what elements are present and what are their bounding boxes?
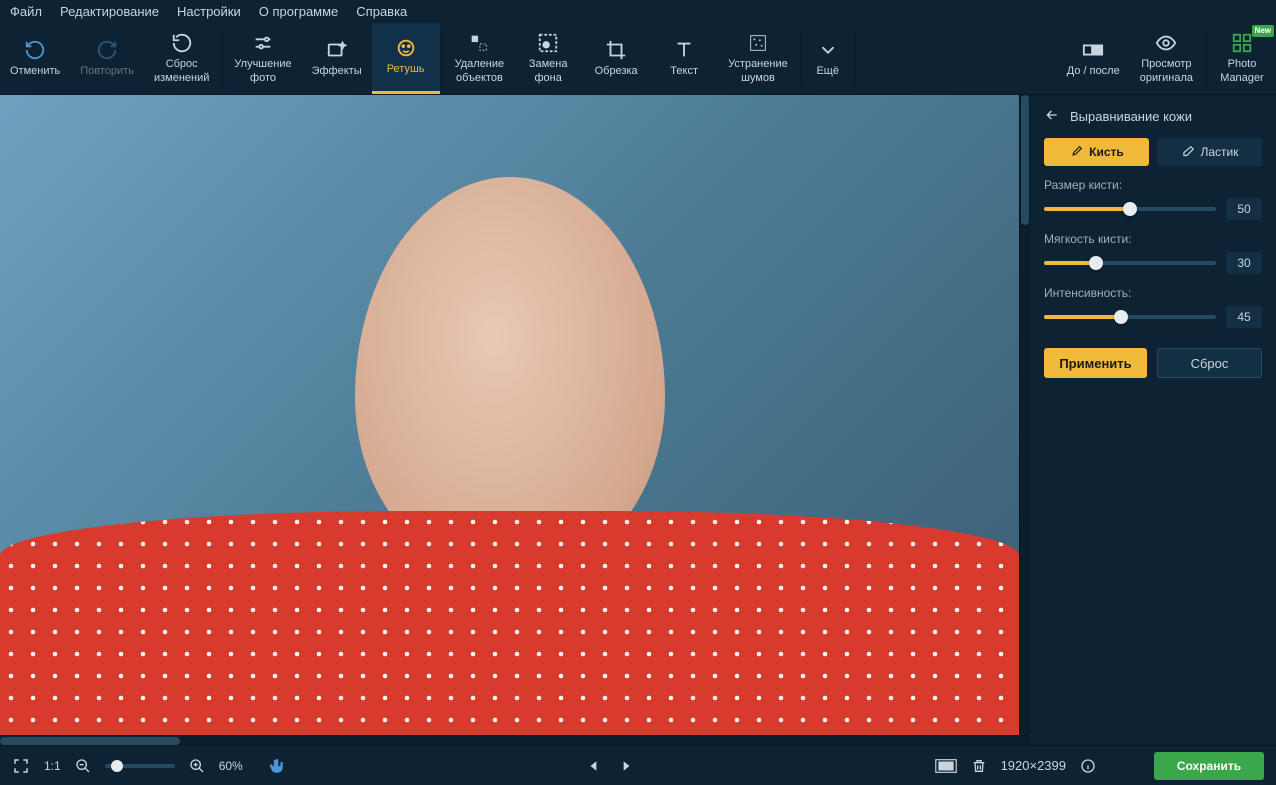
brush-icon: [1069, 145, 1083, 159]
eraser-icon: [1181, 145, 1195, 159]
zoom-slider[interactable]: [105, 764, 175, 768]
denoise-button[interactable]: Устранение шумов: [718, 23, 798, 94]
brush-size-value: 50: [1226, 198, 1262, 220]
vertical-scrollbar[interactable]: [1019, 95, 1029, 735]
expand-icon: [12, 757, 30, 775]
fullscreen-button[interactable]: [12, 757, 30, 775]
canvas-area: [0, 95, 1029, 745]
zoom-out-icon: [75, 758, 91, 774]
zoom-in-icon: [189, 758, 205, 774]
crop-icon: [605, 39, 627, 61]
triangle-left-icon: [587, 759, 601, 773]
intensity-slider[interactable]: [1044, 315, 1216, 319]
photo-manager-button[interactable]: New Photo Manager: [1208, 23, 1276, 94]
save-button[interactable]: Сохранить: [1154, 752, 1264, 780]
trash-icon: [971, 758, 987, 774]
compare-icon: [1082, 39, 1104, 61]
filmstrip-icon: [935, 758, 957, 774]
back-button[interactable]: [1044, 107, 1060, 126]
brush-toggle[interactable]: Кисть: [1044, 138, 1149, 166]
more-button[interactable]: Ещё: [803, 23, 853, 94]
delete-button[interactable]: [971, 758, 987, 774]
redo-button[interactable]: Повторить: [70, 23, 144, 94]
reset-button[interactable]: Сброс: [1157, 348, 1262, 378]
filmstrip-button[interactable]: [935, 758, 957, 774]
reset-icon: [171, 32, 193, 54]
retouch-button[interactable]: Ретушь: [372, 23, 440, 94]
eye-icon: [1155, 32, 1177, 54]
brush-softness-value: 30: [1226, 252, 1262, 274]
undo-icon: [24, 39, 46, 61]
bottom-bar: 1:1 60% 1920×2399: [0, 745, 1276, 785]
new-badge: New: [1252, 25, 1274, 37]
info-button[interactable]: [1080, 758, 1096, 774]
horizontal-scrollbar[interactable]: [0, 735, 1029, 745]
menu-bar: Файл Редактирование Настройки О программ…: [0, 0, 1276, 23]
view-original-button[interactable]: Просмотр оригинала: [1130, 23, 1203, 94]
prev-image-button[interactable]: [587, 759, 601, 773]
noise-icon: [747, 32, 769, 54]
next-image-button[interactable]: [619, 759, 633, 773]
redo-icon: [96, 39, 118, 61]
hand-icon: [267, 757, 285, 775]
background-icon: [537, 32, 559, 54]
main-toolbar: Отменить Повторить Сброс изменений Улучш…: [0, 23, 1276, 95]
apply-button[interactable]: Применить: [1044, 348, 1147, 378]
zoom-in-button[interactable]: [189, 758, 205, 774]
zoom-percentage: 60%: [219, 759, 243, 773]
image-dimensions: 1920×2399: [1001, 758, 1066, 773]
intensity-value: 45: [1226, 306, 1262, 328]
reset-changes-button[interactable]: Сброс изменений: [144, 23, 219, 94]
effects-button[interactable]: Эффекты: [302, 23, 372, 94]
intensity-label: Интенсивность:: [1044, 286, 1262, 300]
sliders-icon: [252, 32, 274, 54]
panel-title: Выравнивание кожи: [1070, 109, 1192, 124]
chevron-down-icon: [817, 39, 839, 61]
brush-softness-slider[interactable]: [1044, 261, 1216, 265]
sparkle-icon: [326, 39, 348, 61]
brush-size-label: Размер кисти:: [1044, 178, 1262, 192]
menu-file[interactable]: Файл: [10, 4, 42, 19]
brush-size-slider[interactable]: [1044, 207, 1216, 211]
undo-button[interactable]: Отменить: [0, 23, 70, 94]
enhance-button[interactable]: Улучшение фото: [224, 23, 301, 94]
menu-about[interactable]: О программе: [259, 4, 339, 19]
info-icon: [1080, 758, 1096, 774]
grid-icon: [1231, 32, 1253, 54]
zoom-out-button[interactable]: [75, 758, 91, 774]
menu-settings[interactable]: Настройки: [177, 4, 241, 19]
text-icon: [673, 39, 695, 61]
menu-help[interactable]: Справка: [356, 4, 407, 19]
remove-objects-button[interactable]: Удаление объектов: [445, 23, 515, 94]
hand-tool-button[interactable]: [267, 757, 285, 775]
actual-size-button[interactable]: 1:1: [44, 759, 61, 773]
text-button[interactable]: Текст: [650, 23, 718, 94]
menu-edit[interactable]: Редактирование: [60, 4, 159, 19]
arrow-left-icon: [1044, 107, 1060, 123]
triangle-right-icon: [619, 759, 633, 773]
before-after-button[interactable]: До / после: [1057, 23, 1130, 94]
erase-object-icon: [468, 32, 490, 54]
replace-bg-button[interactable]: Замена фона: [514, 23, 582, 94]
face-icon: [395, 37, 417, 59]
eraser-toggle[interactable]: Ластик: [1157, 138, 1262, 166]
retouch-panel: Выравнивание кожи Кисть Ластик Размер ки…: [1029, 95, 1276, 745]
image-canvas[interactable]: [0, 95, 1019, 735]
brush-softness-label: Мягкость кисти:: [1044, 232, 1262, 246]
crop-button[interactable]: Обрезка: [582, 23, 650, 94]
